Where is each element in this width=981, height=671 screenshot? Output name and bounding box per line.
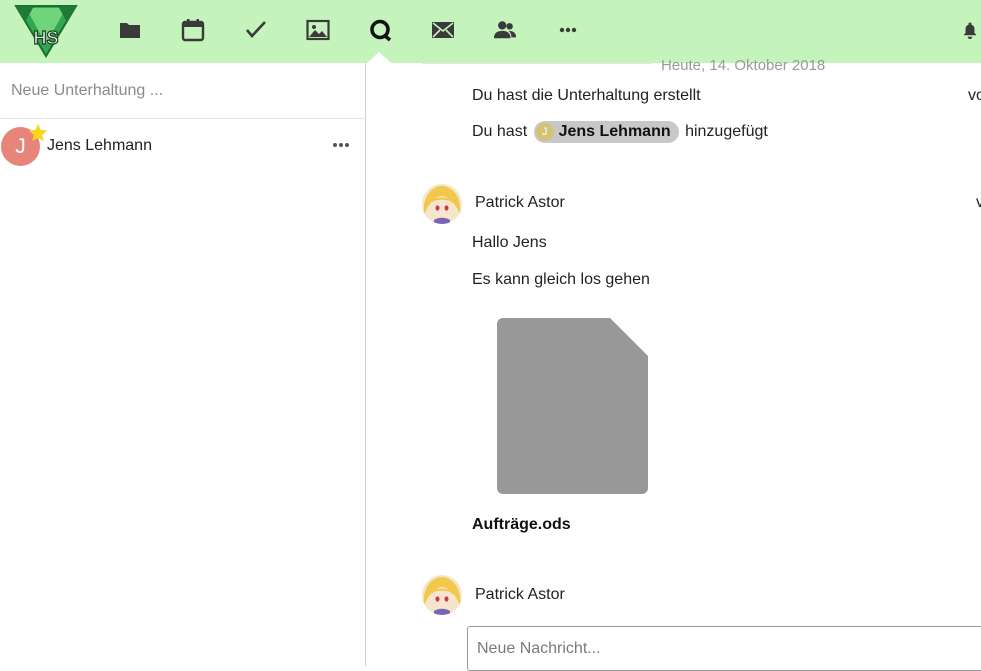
calendar-icon[interactable] xyxy=(180,17,206,43)
system-message-suffix: hinzugefügt xyxy=(685,123,768,141)
new-conversation-input[interactable] xyxy=(0,63,365,119)
message-line: Es kann gleich los gehen xyxy=(472,271,650,288)
date-divider-line xyxy=(422,63,652,64)
logo-text: HS xyxy=(33,28,58,48)
system-message-added: Du hast J Jens Lehmann hinzugefügt xyxy=(472,121,768,143)
message-meta-cut: v xyxy=(976,194,981,211)
mention-chip[interactable]: J Jens Lehmann xyxy=(533,121,679,143)
message-meta-cut: vo xyxy=(968,87,981,104)
mention-avatar: J xyxy=(535,123,554,141)
checkmark-icon[interactable] xyxy=(243,17,269,43)
conversation-name: Jens Lehmann xyxy=(47,137,152,154)
mail-icon[interactable] xyxy=(430,17,456,43)
new-message-input[interactable] xyxy=(468,627,981,670)
system-message-prefix: Du hast xyxy=(472,123,528,141)
talk-icon[interactable] xyxy=(367,17,393,43)
new-conversation-box xyxy=(0,63,366,119)
hs-logo[interactable]: HS xyxy=(14,4,78,58)
favorite-star-icon xyxy=(27,122,49,144)
author-name: Patrick Astor xyxy=(475,194,565,211)
conversation-item-jens-lehmann[interactable]: J Jens Lehmann xyxy=(0,122,366,169)
date-separator: Heute, 14. Oktober 2018 xyxy=(661,57,826,74)
avatar-letter: J xyxy=(15,134,26,158)
image-icon[interactable] xyxy=(305,17,331,43)
active-app-indicator xyxy=(367,52,391,63)
contacts-icon[interactable] xyxy=(492,17,518,43)
file-name-link[interactable]: Aufträge.ods xyxy=(472,516,571,534)
message-composer xyxy=(467,626,981,671)
author-avatar[interactable] xyxy=(422,184,462,224)
conversation-more-icon[interactable] xyxy=(330,137,352,153)
conversation-sidebar: J Jens Lehmann xyxy=(0,63,366,666)
bell-icon[interactable] xyxy=(960,17,980,43)
more-icon[interactable] xyxy=(555,17,581,43)
system-message-created: Du hast die Unterhaltung erstellt xyxy=(472,87,701,104)
author-name: Patrick Astor xyxy=(475,586,565,603)
chat-panel: Heute, 14. Oktober 2018 Du hast die Unte… xyxy=(367,57,981,671)
top-header: HS xyxy=(0,0,981,63)
folder-icon[interactable] xyxy=(117,17,143,43)
message-line: Hallo Jens xyxy=(472,234,547,251)
mention-name: Jens Lehmann xyxy=(558,123,671,140)
file-icon[interactable] xyxy=(497,318,648,494)
author-avatar[interactable] xyxy=(422,575,462,615)
